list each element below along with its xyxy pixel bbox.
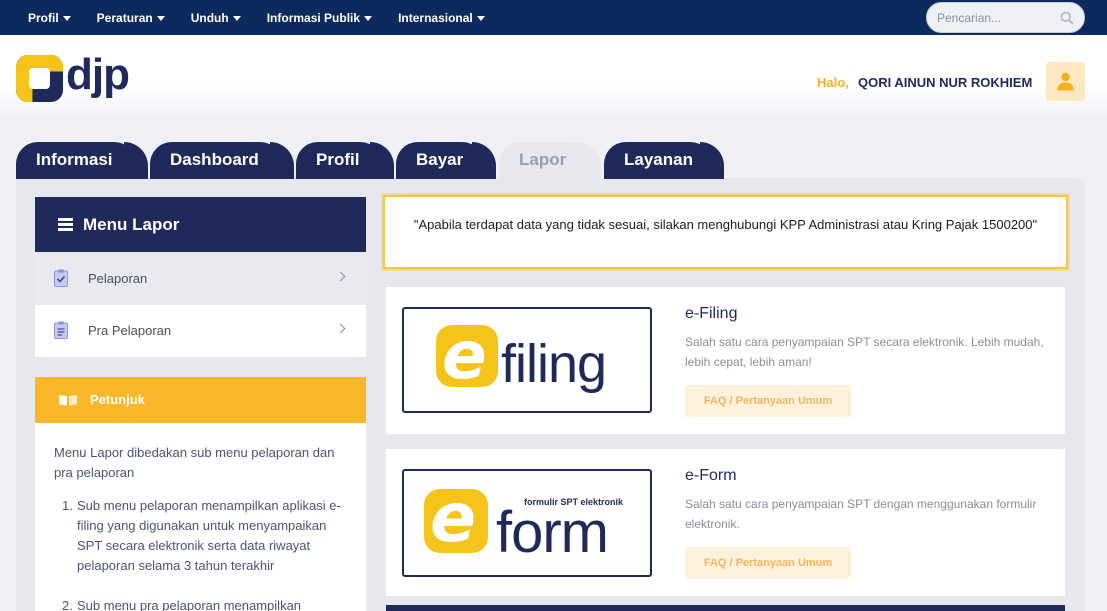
tab-label: Dashboard <box>170 150 259 169</box>
top-navigation: Profil Peraturan Unduh Informasi Publik … <box>0 0 1107 35</box>
nav-item-unduh[interactable]: Unduh <box>191 11 241 25</box>
greeting-text: Halo, <box>817 75 849 90</box>
search-input[interactable] <box>937 9 1055 27</box>
clipboard-list-icon <box>54 321 68 339</box>
nav-item-internasional[interactable]: Internasional <box>398 11 485 25</box>
sidebar-item-pelaporan[interactable]: Pelaporan <box>35 253 366 305</box>
caret-down-icon <box>156 15 165 21</box>
tab-informasi[interactable]: Informasi <box>16 142 148 179</box>
nav-item-label: Profil <box>28 10 59 25</box>
efiling-logo-word: filing <box>501 334 607 394</box>
efiling-logo[interactable]: e filing <box>402 307 652 413</box>
tab-label: Profil <box>316 150 360 169</box>
list-text: Sub menu pra pelaporan menampilkan <box>77 598 302 611</box>
list-number: 2. <box>62 598 73 611</box>
user-name: QORI AINUN NUR ROKHIEM <box>858 75 1033 90</box>
faq-button[interactable]: FAQ / Pertanyaan Umum <box>685 385 851 417</box>
menu-title: Menu Lapor <box>83 215 180 234</box>
avatar[interactable] <box>1046 62 1085 101</box>
list-number: 1. <box>62 498 73 513</box>
tab-dashboard[interactable]: Dashboard <box>150 142 294 179</box>
nav-item-peraturan[interactable]: Peraturan <box>97 11 165 25</box>
next-card-edge <box>386 605 1065 611</box>
clipboard-check-icon <box>54 269 68 287</box>
nav-item-informasi-publik[interactable]: Informasi Publik <box>266 10 373 25</box>
tab-label: Informasi <box>36 150 113 169</box>
list-item: 1. Sub menu pelaporan menampilkan aplika… <box>62 496 347 576</box>
faq-button[interactable]: FAQ / Pertanyaan Umum <box>685 547 851 579</box>
sidebar-item-pra-pelaporan[interactable]: Pra Pelaporan <box>35 305 366 357</box>
hamburger-icon <box>58 218 73 231</box>
caret-down-icon <box>62 15 71 21</box>
notice-banner: "Apabila terdapat data yang tidak sesuai… <box>383 195 1068 269</box>
card-title[interactable]: e-Filing <box>685 305 737 323</box>
caret-down-icon <box>364 15 373 21</box>
petunjuk-title: Petunjuk <box>90 392 145 407</box>
tab-label: Layanan <box>624 150 693 169</box>
list-item: 2. Sub menu pra pelaporan menampilkan <box>62 596 347 611</box>
djp-logo[interactable]: djp <box>16 50 131 104</box>
list-text: Sub menu pelaporan menampilkan aplikasi … <box>77 498 341 573</box>
card-title[interactable]: e-Form <box>685 467 737 485</box>
nav-item-label: Peraturan <box>96 10 153 25</box>
nav-item-label: Unduh <box>190 10 229 25</box>
menu-lapor-header: Menu Lapor <box>35 197 366 252</box>
djp-logo-mark <box>16 55 63 102</box>
efiling-card: e filing e-Filing Salah satu cara penyam… <box>386 287 1065 434</box>
search-box <box>926 2 1085 33</box>
eform-logo-word: form <box>496 500 609 565</box>
eform-card: e formulir SPT elektronik form e-Form Sa… <box>386 449 1065 596</box>
tab-label: Bayar <box>416 150 464 169</box>
petunjuk-body: Menu Lapor dibedakan sub menu pelaporan … <box>35 423 366 611</box>
tab-layanan[interactable]: Layanan <box>604 142 724 179</box>
caret-down-icon <box>232 15 241 21</box>
chevron-right-icon <box>335 271 346 282</box>
nav-item-profil[interactable]: Profil <box>28 11 71 25</box>
site-header: djp Halo, QORI AINUN NUR ROKHIEM <box>0 35 1107 123</box>
efiling-logo-letter: e <box>442 317 487 394</box>
tab-label: Lapor <box>519 150 567 169</box>
tab-profil[interactable]: Profil <box>296 142 394 179</box>
eform-logo[interactable]: e formulir SPT elektronik form <box>402 469 652 577</box>
book-open-icon <box>59 395 77 406</box>
nav-item-label: Informasi Publik <box>266 10 361 25</box>
sidebar-item-label: Pelaporan <box>88 271 148 286</box>
notice-text: "Apabila terdapat data yang tidak sesuai… <box>413 217 1038 232</box>
sidebar-item-label: Pra Pelaporan <box>88 323 172 338</box>
caret-down-icon <box>476 15 485 21</box>
tab-lapor[interactable]: Lapor <box>499 142 601 179</box>
tab-bayar[interactable]: Bayar <box>396 142 496 179</box>
djp-logo-text: djp <box>66 50 130 99</box>
chevron-right-icon <box>335 323 346 334</box>
user-icon <box>1057 72 1074 91</box>
card-description: Salah satu cara penyampaian SPT secara e… <box>685 335 1044 369</box>
nav-item-label: Internasional <box>398 10 473 25</box>
top-menu: Profil Peraturan Unduh Informasi Publik … <box>28 0 511 35</box>
eform-logo-letter: e <box>430 479 477 558</box>
petunjuk-header: Petunjuk <box>35 377 366 423</box>
search-icon[interactable] <box>1060 11 1074 25</box>
petunjuk-intro: Menu Lapor dibedakan sub menu pelaporan … <box>54 445 335 480</box>
card-description: Salah satu cara penyampaian SPT dengan m… <box>685 497 1037 531</box>
